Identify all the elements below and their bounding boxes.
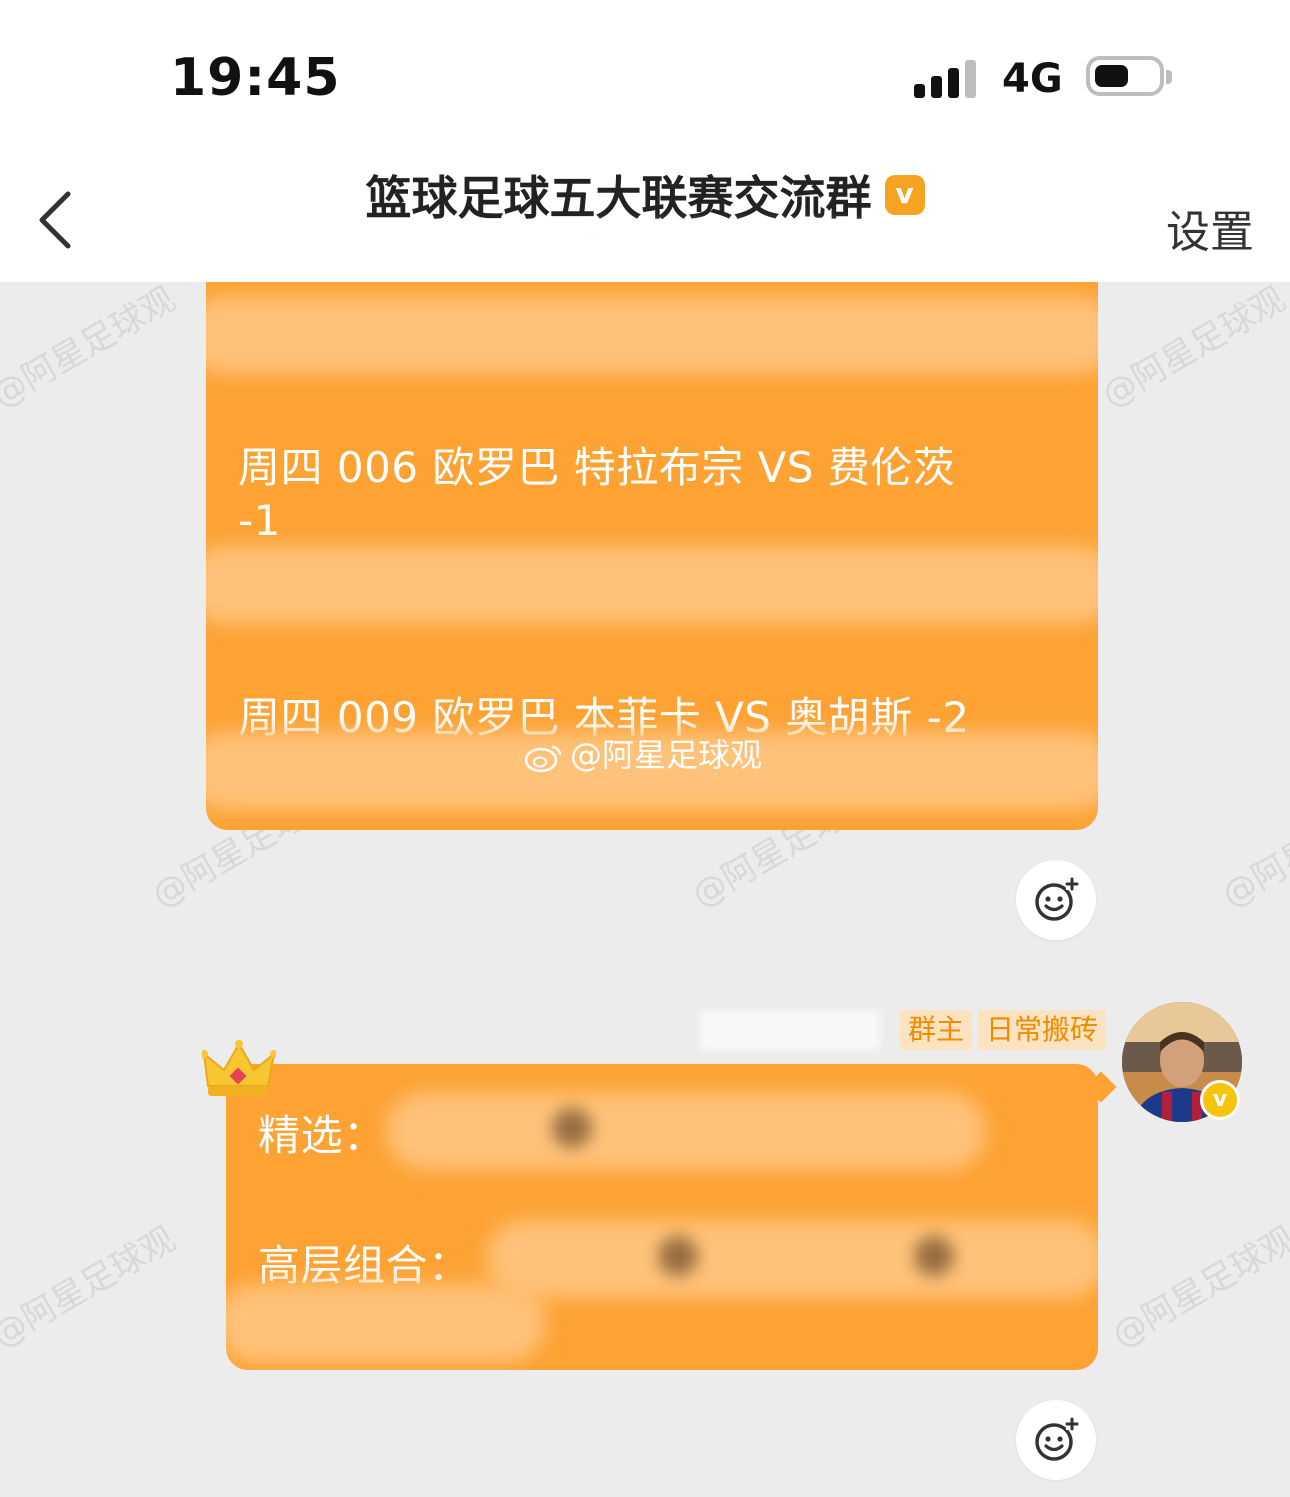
verified-badge-icon: v: [884, 175, 925, 215]
settings-button[interactable]: 设置: [1166, 196, 1254, 260]
faint-watermark: @阿星足球观: [0, 279, 183, 416]
message-label: 精选：: [258, 1111, 386, 1160]
nav-bar: 篮球足球五大联赛交流群 v 设置: [0, 140, 1290, 296]
sender-name-redacted: [700, 1010, 880, 1050]
redacted-line: [226, 1284, 546, 1362]
verified-badge-icon: v: [1200, 1080, 1240, 1120]
faint-watermark: @阿星足球观: [1095, 279, 1290, 416]
redacted-emoji: [658, 1236, 698, 1276]
message-line: 周四 006 欧罗巴 特拉布宗 VS 费伦茨: [238, 443, 956, 492]
reaction-button[interactable]: [1016, 860, 1096, 940]
redacted-line: [386, 1092, 986, 1170]
redacted-emoji: [914, 1236, 954, 1276]
reaction-button[interactable]: [1016, 1400, 1096, 1480]
faint-watermark: @阿星足球观: [0, 1219, 183, 1356]
redacted-emoji: [552, 1108, 592, 1148]
battery-icon: [1086, 56, 1172, 96]
signal-icon: [914, 58, 984, 98]
faint-watermark: @阿星足球观: [1105, 1219, 1290, 1356]
reaction-add-icon: [1035, 877, 1079, 921]
weibo-watermark: @阿星足球观: [524, 730, 762, 776]
weibo-logo-icon: [524, 745, 562, 773]
faint-watermark: @阿星足球观: [1215, 779, 1290, 916]
role-tag: 群主: [900, 1010, 973, 1050]
watermark-text: @阿星足球观: [570, 736, 763, 774]
status-bar: 19:45 4G: [0, 0, 1290, 140]
title-tag: 日常搬砖: [978, 1010, 1107, 1050]
network-type: 4G: [1002, 56, 1063, 102]
redacted-line: [206, 296, 1098, 374]
redacted-line: [206, 546, 1098, 624]
reaction-add-icon: [1035, 1417, 1079, 1461]
message-line: -1: [238, 496, 281, 545]
page-title: 篮球足球五大联赛交流群: [365, 171, 872, 225]
status-time: 19:45: [170, 48, 341, 108]
crown-icon: [202, 1040, 276, 1096]
message-bubble[interactable]: 精选： 高层组合：: [226, 1064, 1098, 1370]
redacted-line: [486, 1220, 1098, 1298]
